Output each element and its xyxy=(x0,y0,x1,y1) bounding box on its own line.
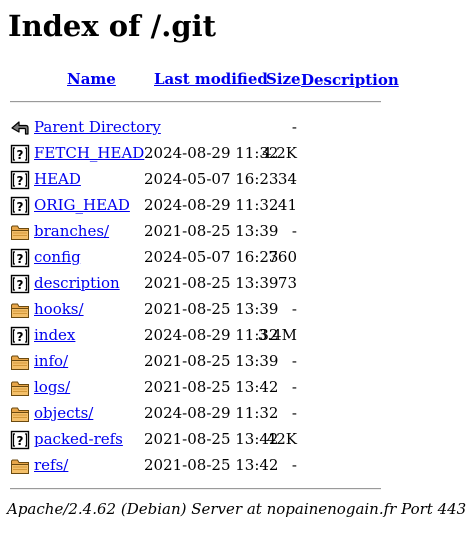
file-size: 42K xyxy=(266,430,297,448)
last-modified: 2021-08-25 13:39 xyxy=(144,352,279,370)
folder-icon xyxy=(10,456,30,476)
file-link[interactable]: description xyxy=(34,270,120,296)
file-link[interactable]: ORIG_HEAD xyxy=(34,192,130,218)
svg-text:?: ? xyxy=(17,434,24,448)
file-size: - xyxy=(291,300,297,318)
last-modified: 2021-08-25 13:39 xyxy=(144,300,279,318)
list-item: objects/2024-08-29 11:32- xyxy=(0,400,475,426)
unknown-icon: ? xyxy=(10,274,30,294)
list-item: ? packed-refs 2021-08-25 13:42 42K xyxy=(0,426,475,452)
list-item: refs/2021-08-25 13:42- xyxy=(0,452,475,478)
last-modified: 2021-08-25 13:42 xyxy=(144,430,279,448)
unknown-icon: ? xyxy=(10,248,30,268)
folder-icon xyxy=(10,300,30,320)
column-header-name[interactable]: Name xyxy=(67,70,116,88)
file-size: - xyxy=(291,118,297,136)
top-divider xyxy=(10,101,381,103)
list-item: ? config 2024-05-07 16:23 760 xyxy=(0,244,475,270)
column-headers: Name Last modified Size Description xyxy=(0,70,475,92)
list-item: ? HEAD 2024-05-07 16:23 34 xyxy=(0,166,475,192)
file-size: 73 xyxy=(277,274,297,292)
last-modified: 2024-05-07 16:23 xyxy=(144,248,279,266)
list-item: Parent Directory - xyxy=(0,114,475,140)
list-item: hooks/2021-08-25 13:39- xyxy=(0,296,475,322)
file-size: 4.2K xyxy=(261,144,297,162)
unknown-icon: ? xyxy=(10,326,30,346)
last-modified: 2021-08-25 13:42 xyxy=(144,456,279,474)
last-modified: 2021-08-25 13:39 xyxy=(144,274,279,292)
file-size: 41 xyxy=(277,196,297,214)
list-item: info/2021-08-25 13:39- xyxy=(0,348,475,374)
file-size: 760 xyxy=(268,248,297,266)
svg-text:?: ? xyxy=(17,148,24,162)
file-link[interactable]: logs/ xyxy=(34,374,70,400)
last-modified: 2024-05-07 16:23 xyxy=(144,170,279,188)
last-modified: 2021-08-25 13:42 xyxy=(144,378,279,396)
svg-text:?: ? xyxy=(17,174,24,188)
file-link[interactable]: index xyxy=(34,322,75,348)
file-link[interactable]: objects/ xyxy=(34,400,93,426)
unknown-icon: ? xyxy=(10,196,30,216)
svg-text:?: ? xyxy=(17,330,24,344)
file-size: 34 xyxy=(277,170,297,188)
list-item: ? ORIG_HEAD 2024-08-29 11:32 41 xyxy=(0,192,475,218)
last-modified: 2024-08-29 11:32 xyxy=(144,196,279,214)
file-link[interactable]: Parent Directory xyxy=(34,114,161,140)
file-size: - xyxy=(291,352,297,370)
server-signature: Apache/2.4.62 (Debian) Server at nopaine… xyxy=(7,500,467,518)
unknown-icon: ? xyxy=(10,430,30,450)
file-size: - xyxy=(291,456,297,474)
back-icon xyxy=(10,118,30,138)
unknown-icon: ? xyxy=(10,144,30,164)
last-modified: 2024-08-29 11:32 xyxy=(144,144,279,162)
column-header-description[interactable]: Description xyxy=(301,71,399,89)
file-size: - xyxy=(291,404,297,422)
file-size: - xyxy=(291,378,297,396)
bottom-divider xyxy=(10,488,381,490)
file-size: - xyxy=(291,222,297,240)
file-size: 3.4M xyxy=(257,326,297,344)
unknown-icon: ? xyxy=(10,170,30,190)
file-link[interactable]: refs/ xyxy=(34,452,68,478)
file-link[interactable]: packed-refs xyxy=(34,426,123,452)
folder-icon xyxy=(10,404,30,424)
file-link[interactable]: config xyxy=(34,244,81,270)
last-modified: 2024-08-29 11:32 xyxy=(144,404,279,422)
folder-icon xyxy=(10,352,30,372)
list-item: ? description 2021-08-25 13:39 73 xyxy=(0,270,475,296)
file-link[interactable]: FETCH_HEAD xyxy=(34,140,144,166)
page-title: Index of /.git xyxy=(8,9,217,43)
list-item: ? FETCH_HEAD 2024-08-29 11:32 4.2K xyxy=(0,140,475,166)
file-link[interactable]: branches/ xyxy=(34,218,109,244)
file-link[interactable]: HEAD xyxy=(34,166,81,192)
folder-icon xyxy=(10,222,30,242)
folder-icon xyxy=(10,378,30,398)
svg-text:?: ? xyxy=(17,252,24,266)
column-header-size[interactable]: Size xyxy=(266,70,301,88)
list-item: ? index 2024-08-29 11:32 3.4M xyxy=(0,322,475,348)
svg-text:?: ? xyxy=(17,278,24,292)
svg-text:?: ? xyxy=(17,200,24,214)
file-link[interactable]: hooks/ xyxy=(34,296,84,322)
column-header-last-modified[interactable]: Last modified xyxy=(154,70,268,88)
list-item: logs/2021-08-25 13:42- xyxy=(0,374,475,400)
file-link[interactable]: info/ xyxy=(34,348,68,374)
list-item: branches/2021-08-25 13:39- xyxy=(0,218,475,244)
last-modified: 2021-08-25 13:39 xyxy=(144,222,279,240)
